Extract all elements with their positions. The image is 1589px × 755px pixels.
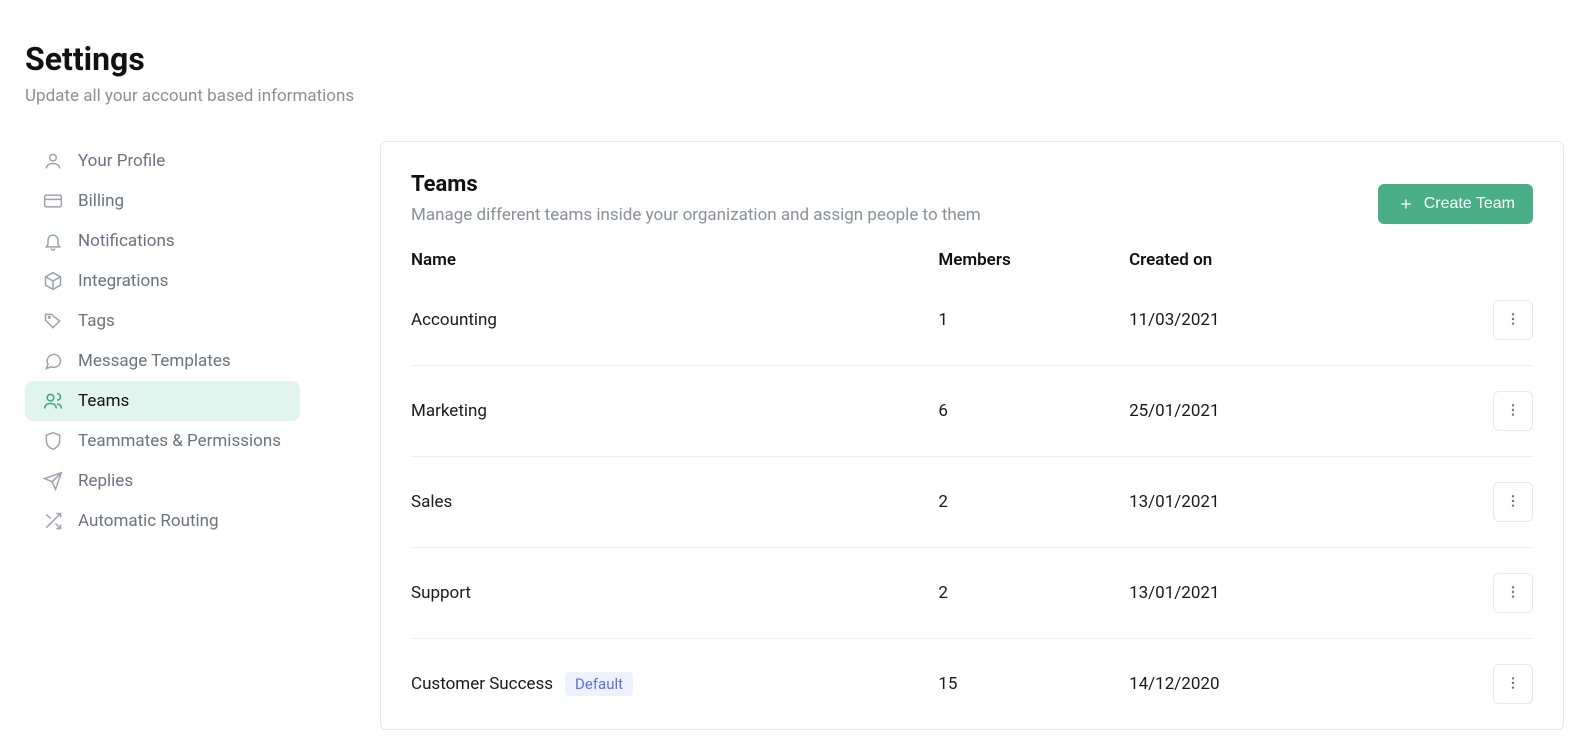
user-icon [43,151,63,171]
send-icon [43,471,63,491]
sidebar-item-automatic-routing[interactable]: Automatic Routing [25,501,300,541]
sidebar-item-your-profile[interactable]: Your Profile [25,141,300,181]
cell-name: Support [411,548,938,639]
page-subtitle: Update all your account based informatio… [25,86,1564,106]
plus-icon [1396,194,1416,214]
sidebar-item-message-templates[interactable]: Message Templates [25,341,300,381]
cell-created: 14/12/2020 [1129,639,1443,730]
cell-actions [1443,366,1533,457]
teams-table: Name Members Created on Accounting 111/03… [411,250,1533,729]
more-vertical-icon [1505,584,1521,603]
cell-members: 6 [938,366,1129,457]
row-actions-button[interactable] [1493,482,1533,522]
sidebar-item-tags[interactable]: Tags [25,301,300,341]
cell-actions [1443,285,1533,366]
more-vertical-icon [1505,311,1521,330]
column-header-created: Created on [1129,250,1443,285]
cell-created: 13/01/2021 [1129,548,1443,639]
sidebar-item-label: Billing [78,191,124,211]
table-row: Support 213/01/2021 [411,548,1533,639]
table-row: Marketing 625/01/2021 [411,366,1533,457]
bell-icon [43,231,63,251]
sidebar-item-label: Teams [78,391,129,411]
cell-members: 2 [938,457,1129,548]
team-name: Support [411,583,471,603]
sidebar-item-label: Notifications [78,231,175,251]
table-row: Customer Success Default 1514/12/2020 [411,639,1533,730]
cell-name: Accounting [411,285,938,366]
more-vertical-icon [1505,402,1521,421]
cell-actions [1443,457,1533,548]
panel-heading-group: Teams Manage different teams inside your… [411,172,981,225]
box-icon [43,271,63,291]
sidebar-item-teammates-permissions[interactable]: Teammates & Permissions [25,421,300,461]
sidebar-item-label: Message Templates [78,351,231,371]
sidebar-item-notifications[interactable]: Notifications [25,221,300,261]
column-header-members: Members [938,250,1129,285]
sidebar-item-label: Integrations [78,271,168,291]
team-name: Marketing [411,401,487,421]
more-vertical-icon [1505,493,1521,512]
row-actions-button[interactable] [1493,664,1533,704]
page-header: Settings Update all your account based i… [25,40,1564,106]
row-actions-button[interactable] [1493,391,1533,431]
cell-created: 13/01/2021 [1129,457,1443,548]
sidebar-item-integrations[interactable]: Integrations [25,261,300,301]
shield-icon [43,431,63,451]
create-team-button[interactable]: Create Team [1378,184,1533,224]
sidebar-item-label: Replies [78,471,133,491]
cell-created: 25/01/2021 [1129,366,1443,457]
sidebar-item-label: Your Profile [78,151,165,171]
panel-header: Teams Manage different teams inside your… [411,172,1533,225]
sidebar-item-label: Tags [78,311,115,331]
panel-subtitle: Manage different teams inside your organ… [411,205,981,225]
column-header-name: Name [411,250,938,285]
team-name: Customer Success [411,674,553,694]
sidebar-item-replies[interactable]: Replies [25,461,300,501]
cell-name: Marketing [411,366,938,457]
row-actions-button[interactable] [1493,300,1533,340]
cell-name: Customer Success Default [411,639,938,730]
cell-members: 15 [938,639,1129,730]
users-icon [43,391,63,411]
cell-actions [1443,639,1533,730]
cell-created: 11/03/2021 [1129,285,1443,366]
cell-name: Sales [411,457,938,548]
settings-sidebar: Your Profile Billing Notifications Integrat… [25,141,300,730]
sidebar-item-label: Teammates & Permissions [78,431,281,451]
row-actions-button[interactable] [1493,573,1533,613]
table-row: Sales 213/01/2021 [411,457,1533,548]
chat-icon [43,351,63,371]
more-vertical-icon [1505,675,1521,694]
main-layout: Your Profile Billing Notifications Integrat… [25,141,1564,730]
column-header-actions [1443,250,1533,285]
cell-members: 2 [938,548,1129,639]
create-team-label: Create Team [1424,195,1515,213]
table-row: Accounting 111/03/2021 [411,285,1533,366]
card-icon [43,191,63,211]
tag-icon [43,311,63,331]
cell-actions [1443,548,1533,639]
teams-table-body: Accounting 111/03/2021 Marketing 625/01/202… [411,285,1533,729]
default-badge: Default [565,672,633,696]
sidebar-item-teams[interactable]: Teams [25,381,300,421]
sidebar-item-label: Automatic Routing [78,511,219,531]
sidebar-item-billing[interactable]: Billing [25,181,300,221]
panel-title: Teams [411,172,981,197]
page-title: Settings [25,40,1564,78]
shuffle-icon [43,511,63,531]
cell-members: 1 [938,285,1129,366]
team-name: Accounting [411,310,497,330]
team-name: Sales [411,492,452,512]
teams-panel: Teams Manage different teams inside your… [380,141,1564,730]
